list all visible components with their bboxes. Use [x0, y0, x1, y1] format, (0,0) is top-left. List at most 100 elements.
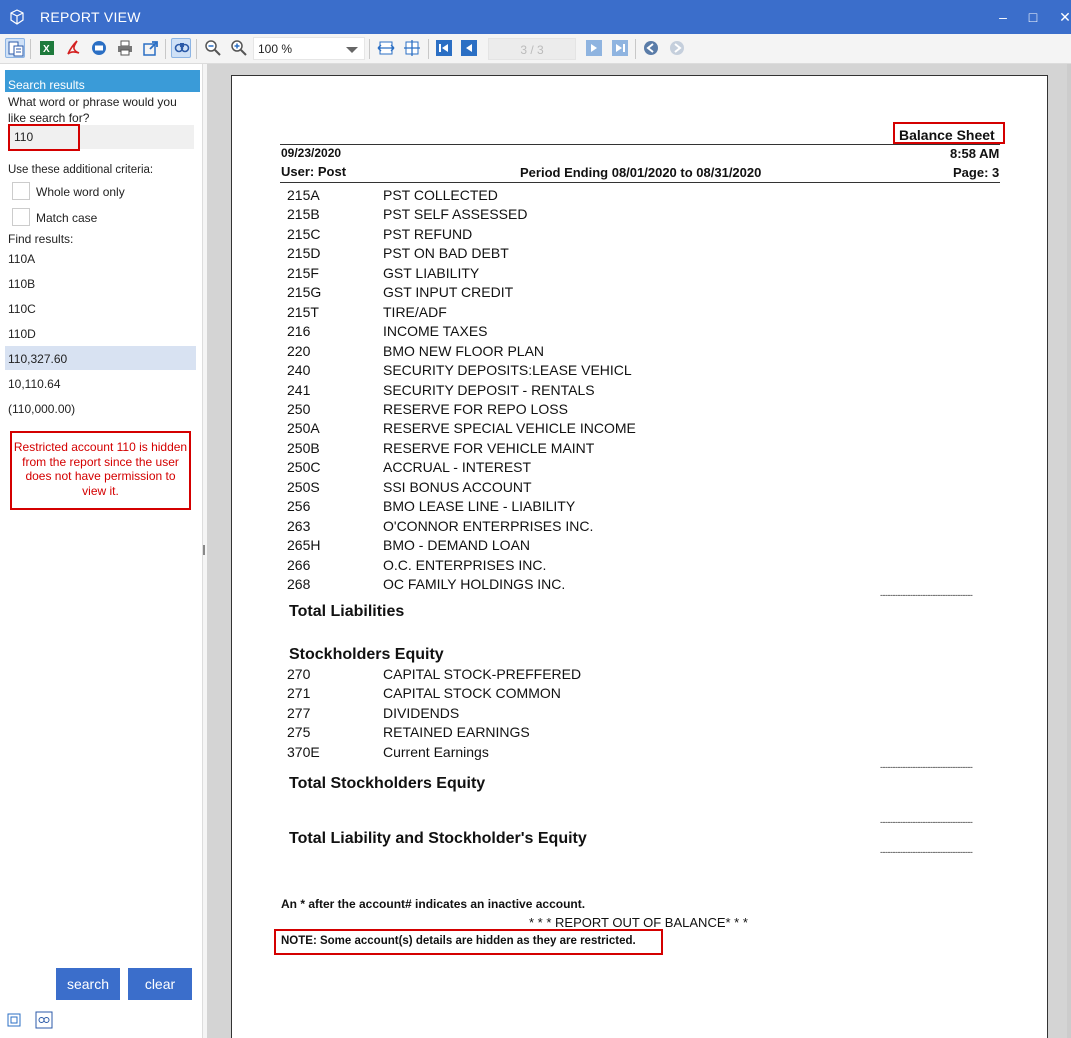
total-liability-equity-label: Total Liability and Stockholder's Equity	[289, 830, 587, 847]
account-code: 215F	[287, 264, 319, 281]
email-icon[interactable]	[89, 38, 109, 58]
find-icon[interactable]	[171, 38, 191, 58]
account-description: O'CONNOR ENTERPRISES INC.	[383, 517, 594, 534]
account-description: CAPITAL STOCK-PREFFERED	[383, 666, 582, 682]
search-button[interactable]: search	[56, 968, 120, 1000]
account-description: GST INPUT CREDIT	[383, 284, 514, 301]
account-code: 256	[287, 498, 311, 515]
checkbox-box[interactable]	[12, 182, 30, 200]
zoom-in-icon[interactable]	[229, 38, 249, 58]
zoom-out-icon[interactable]	[203, 38, 223, 58]
svg-text:X: X	[43, 44, 50, 55]
account-description: RESERVE FOR REPO LOSS	[383, 400, 568, 417]
account-code: 370E	[287, 743, 320, 760]
report-page-number: Page: 3	[953, 165, 1000, 180]
account-description: O.C. ENTERPRISES INC.	[383, 556, 547, 573]
last-page-icon[interactable]	[610, 38, 630, 58]
export-icon[interactable]	[141, 38, 161, 58]
account-code: 265H	[287, 537, 321, 554]
account-description: PST ON BAD DEBT	[383, 245, 509, 262]
account-description: TIRE/ADF	[383, 303, 447, 320]
page-number-input[interactable]: 3 / 3	[488, 38, 576, 60]
next-page-icon[interactable]	[584, 38, 604, 58]
search-result-item-selected[interactable]: 110,327.60	[5, 346, 196, 370]
account-description: RESERVE FOR VEHICLE MAINT	[383, 439, 595, 456]
search-result-item[interactable]: 110A	[5, 246, 196, 270]
account-description: SECURITY DEPOSITS:LEASE VEHICL	[383, 362, 632, 379]
account-description: BMO NEW FLOOR PLAN	[383, 342, 545, 359]
restricted-account-message: Restricted account 110 is hidden from th…	[10, 431, 191, 510]
toggle-search-panel-button[interactable]	[5, 38, 25, 58]
window-title: REPORT VIEW	[40, 9, 141, 25]
match-case-checkbox[interactable]: Match case	[12, 208, 192, 228]
print-icon[interactable]	[115, 38, 135, 58]
account-code: 250	[287, 400, 311, 417]
account-description: SECURITY DEPOSIT - RENTALS	[383, 381, 595, 398]
total-equity-label: Total Stockholders Equity	[289, 775, 486, 792]
account-description: OC FAMILY HOLDINGS INC.	[383, 576, 566, 592]
report-viewport: Balance Sheet 09/23/2020 8:58 AM User: P…	[207, 64, 1071, 1038]
splitter-grip[interactable]	[203, 545, 205, 555]
cube-icon	[9, 9, 25, 25]
page-width-icon[interactable]	[376, 38, 396, 58]
zoom-select[interactable]: 100 %	[253, 37, 365, 60]
whole-word-checkbox[interactable]: Whole word only	[12, 182, 192, 202]
restricted-accounts-note: NOTE: Some account(s) details are hidden…	[281, 935, 636, 947]
account-code: 215B	[287, 206, 320, 223]
account-description: RESERVE SPECIAL VEHICLE INCOME	[383, 420, 636, 437]
account-description: DIVIDENDS	[383, 704, 460, 721]
checkbox-box[interactable]	[12, 208, 30, 226]
dash-line: -------------------------------------	[880, 590, 973, 600]
whole-page-icon[interactable]	[402, 38, 422, 58]
thumbnails-icon[interactable]	[6, 1011, 24, 1029]
account-description: CAPITAL STOCK COMMON	[383, 685, 561, 702]
dash-line: -------------------------------------	[880, 762, 973, 772]
account-description: RETAINED EARNINGS	[383, 724, 530, 741]
dash-line: -------------------------------------	[880, 847, 973, 857]
account-code: 215C	[287, 225, 321, 242]
account-description: BMO LEASE LINE - LIABILITY	[383, 498, 576, 515]
account-description: GST LIABILITY	[383, 264, 480, 281]
excel-export-icon[interactable]: X	[37, 38, 57, 58]
account-code: 250C	[287, 459, 321, 476]
report-time: 8:58 AM	[950, 146, 1000, 161]
account-code: 215T	[287, 303, 319, 320]
match-case-label: Match case	[36, 211, 98, 225]
report-period: Period Ending 08/01/2020 to 08/31/2020	[520, 165, 762, 180]
back-icon[interactable]	[641, 38, 661, 58]
search-result-item[interactable]: 10,110.64	[5, 371, 196, 395]
account-code: 268	[287, 576, 311, 592]
account-code: 277	[287, 704, 311, 721]
account-code: 215A	[287, 187, 320, 203]
search-panel-icon[interactable]	[35, 1011, 53, 1029]
account-description: PST REFUND	[383, 225, 473, 242]
previous-page-icon[interactable]	[459, 38, 479, 58]
minimize-button[interactable]: –	[992, 6, 1014, 28]
out-of-balance-note: * * * REPORT OUT OF BALANCE* * *	[529, 915, 748, 930]
maximize-button[interactable]: □	[1022, 6, 1044, 28]
forward-icon[interactable]	[667, 38, 687, 58]
chevron-down-icon	[346, 47, 358, 53]
account-description: PST SELF ASSESSED	[383, 206, 528, 223]
account-code: 275	[287, 724, 311, 741]
total-liabilities-label: Total Liabilities	[289, 603, 405, 620]
search-result-item[interactable]: 110D	[5, 321, 196, 345]
close-button[interactable]: ✕	[1054, 6, 1071, 28]
account-description: PST COLLECTED	[383, 187, 498, 203]
search-result-item[interactable]: 110C	[5, 296, 196, 320]
search-panel-header: Search results	[5, 70, 200, 92]
account-description: BMO - DEMAND LOAN	[383, 537, 531, 554]
pdf-export-icon[interactable]	[63, 38, 83, 58]
clear-button[interactable]: clear	[128, 968, 192, 1000]
vertical-scrollbar[interactable]	[1067, 64, 1071, 1038]
search-result-item[interactable]: 110B	[5, 271, 196, 295]
find-results-label: Find results:	[8, 232, 74, 246]
account-code: 271	[287, 685, 311, 702]
first-page-icon[interactable]	[434, 38, 454, 58]
search-result-item[interactable]: (110,000.00)	[5, 396, 196, 420]
search-input[interactable]	[8, 125, 194, 149]
account-code: 270	[287, 666, 311, 682]
account-code: 240	[287, 362, 311, 379]
whole-word-label: Whole word only	[36, 185, 125, 199]
report-user: User: Post	[281, 164, 347, 179]
